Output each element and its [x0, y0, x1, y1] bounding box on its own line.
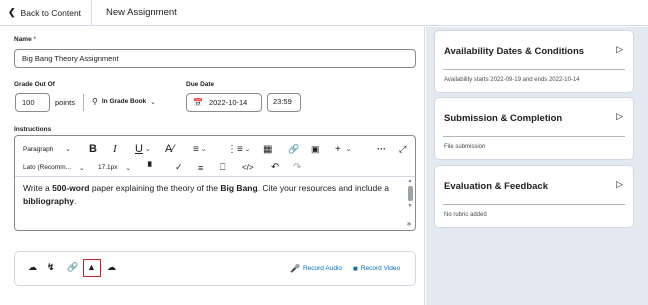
- paragraph-dropdown[interactable]: Paragraph ⌄: [23, 145, 71, 154]
- align-dropdown[interactable]: ≡ ⌄: [193, 144, 206, 155]
- name-input[interactable]: Big Bang Theory Assignment: [14, 49, 416, 68]
- attachments-bar: ☁ ↯ 🔗 ▲ ☁ 🎤 Record Audio ■ Record Video: [14, 251, 416, 286]
- chevron-left-icon: ❮: [8, 7, 16, 17]
- align-icon: ≡: [193, 143, 199, 155]
- grade-out-of-input[interactable]: 100: [15, 93, 50, 112]
- evaluation-feedback-card[interactable]: Evaluation & Feedback ▷ No rubric added: [434, 165, 634, 228]
- resize-handle-icon[interactable]: ∗: [406, 220, 412, 228]
- quicklink-icon[interactable]: ↯: [47, 262, 55, 273]
- font-size-dropdown[interactable]: 17.1px ⌄: [98, 164, 131, 172]
- expand-triangle-icon[interactable]: ▷: [616, 179, 623, 190]
- chevron-down-icon: ⌄: [125, 164, 131, 172]
- divider: [443, 69, 625, 70]
- bullet-list-icon: ⋮≡: [227, 143, 243, 155]
- instructions-text[interactable]: Write a 500-word paper explaining the th…: [23, 182, 403, 208]
- divider: [443, 136, 625, 137]
- scroll-down-icon[interactable]: ▼: [406, 203, 414, 209]
- required-marker: *: [33, 36, 37, 43]
- record-video-button[interactable]: ■ Record Video: [353, 264, 400, 273]
- back-to-content-button[interactable]: ❮ Back to Content: [0, 0, 93, 26]
- card-title: Availability Dates & Conditions: [444, 46, 585, 57]
- due-time-input[interactable]: 23:59: [267, 93, 301, 112]
- top-bar: ❮ Back to Content New Assignment: [0, 0, 648, 26]
- due-date-label: Due Date: [186, 81, 215, 88]
- underline-button[interactable]: U ⌄: [135, 143, 150, 155]
- editor-scrollbar[interactable]: ▲ ▼: [406, 178, 414, 218]
- strikethrough-icon[interactable]: ≡: [198, 163, 203, 173]
- card-title: Evaluation & Feedback: [444, 181, 549, 192]
- source-code-icon[interactable]: </>: [242, 163, 254, 172]
- italic-button[interactable]: I: [113, 143, 117, 155]
- chevron-down-icon: ⌄: [345, 146, 352, 153]
- divider: [83, 94, 84, 111]
- fullscreen-icon[interactable]: ⤢: [399, 144, 406, 155]
- divider: [443, 204, 625, 205]
- expand-triangle-icon[interactable]: ▷: [616, 44, 623, 55]
- card-summary: No rubric added: [444, 212, 487, 218]
- more-insert-dropdown[interactable]: + ⌄: [335, 144, 351, 155]
- video-camera-icon: ■: [353, 264, 358, 273]
- pin-icon: ⚲: [92, 97, 98, 106]
- instructions-editor[interactable]: Paragraph ⌄ B I U ⌄ A⁄ ≡ ⌄ ⋮≡ ⌄ ▦ 🔗 ▣ + ⌄ ···…: [14, 135, 416, 231]
- redo-icon[interactable]: ↷: [293, 162, 301, 173]
- chevron-down-icon: ⌄: [150, 98, 156, 106]
- bold-button[interactable]: B: [89, 143, 97, 155]
- card-summary: File submission: [444, 144, 486, 150]
- expand-triangle-icon[interactable]: ▷: [616, 111, 623, 122]
- editor-toolbar-row-2: Lato (Recomm... ⌄ 17.1px ⌄ ▘ ✓ ≡ ⎕ </> ↶ ↷: [15, 159, 415, 177]
- chevron-down-icon: ⌄: [79, 164, 85, 172]
- name-label: Name *: [14, 36, 37, 43]
- image-icon[interactable]: ▣: [311, 144, 320, 155]
- font-family-dropdown[interactable]: Lato (Recomm... ⌄: [23, 164, 85, 172]
- grade-out-of-label: Grade Out Of: [14, 81, 55, 88]
- scroll-up-icon[interactable]: ▲: [406, 178, 414, 184]
- instructions-label: Instructions: [14, 126, 52, 133]
- link-icon[interactable]: 🔗: [67, 262, 78, 273]
- card-summary: Availability starts 2022-09-19 and ends …: [444, 77, 580, 83]
- in-grade-book-dropdown[interactable]: ⚲ In Grade Book ⌄: [92, 97, 156, 106]
- record-audio-button[interactable]: 🎤 Record Audio: [290, 264, 342, 273]
- chevron-down-icon: ⌄: [65, 146, 71, 153]
- chevron-down-icon: ⌄: [200, 146, 207, 153]
- calendar-icon: 📅: [193, 98, 203, 107]
- font-color-icon[interactable]: A⁄: [165, 143, 174, 155]
- spellcheck-icon[interactable]: ✓: [175, 162, 183, 173]
- page-title: New Assignment: [106, 7, 177, 18]
- availability-card[interactable]: Availability Dates & Conditions ▷ Availa…: [434, 30, 634, 93]
- due-date-value: 2022-10-14: [208, 98, 248, 107]
- points-label: points: [55, 98, 76, 107]
- undo-icon[interactable]: ↶: [271, 162, 279, 173]
- link-icon[interactable]: 🔗: [288, 144, 299, 155]
- find-replace-icon[interactable]: ⎕: [220, 162, 225, 173]
- google-drive-icon[interactable]: ▲: [87, 262, 96, 272]
- chevron-down-icon: ⌄: [144, 146, 151, 153]
- back-label: Back to Content: [20, 7, 82, 18]
- microphone-icon: 🎤: [290, 264, 300, 273]
- onedrive-icon[interactable]: ☁: [107, 262, 116, 273]
- format-painter-icon[interactable]: ▘: [148, 162, 155, 173]
- upload-icon[interactable]: ☁: [28, 262, 37, 273]
- more-actions-icon[interactable]: ···: [377, 144, 386, 154]
- submission-completion-card[interactable]: Submission & Completion ▷ File submissio…: [434, 97, 634, 160]
- scroll-thumb[interactable]: [407, 186, 413, 201]
- chevron-down-icon: ⌄: [244, 146, 251, 153]
- card-title: Submission & Completion: [444, 113, 563, 124]
- insert-stuff-icon[interactable]: ▦: [263, 144, 272, 155]
- in-grade-book-label: In Grade Book: [101, 98, 147, 105]
- due-date-input[interactable]: 📅 2022-10-14: [186, 93, 262, 112]
- editor-toolbar-row-1: Paragraph ⌄ B I U ⌄ A⁄ ≡ ⌄ ⋮≡ ⌄ ▦ 🔗 ▣ + ⌄ ···…: [15, 139, 415, 159]
- list-dropdown[interactable]: ⋮≡ ⌄: [227, 144, 250, 155]
